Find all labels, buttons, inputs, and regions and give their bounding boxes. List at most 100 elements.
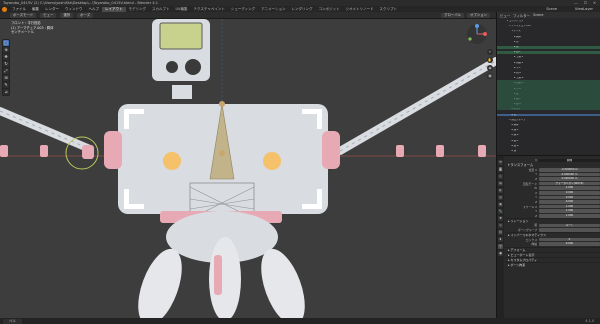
property-value-field[interactable] bbox=[539, 228, 600, 232]
viewport-canvas[interactable] bbox=[0, 19, 496, 318]
outliner-row[interactable]: ▸ 手.R bbox=[497, 88, 600, 91]
scene-tab-icon[interactable]: ◐ bbox=[498, 188, 503, 193]
navigation-gizmo[interactable] bbox=[466, 23, 488, 45]
menu-render[interactable]: レンダー bbox=[42, 7, 62, 12]
outliner-row[interactable]: ▸ 脚.R bbox=[497, 145, 600, 148]
workspace-tab-modeling[interactable]: モデリング bbox=[126, 7, 150, 12]
workspace-tab-shading[interactable]: シェーディング bbox=[228, 7, 258, 12]
outliner-row[interactable]: ▸ 肩.L bbox=[497, 51, 600, 54]
outliner-row[interactable]: ▸ 肩.R bbox=[497, 72, 600, 75]
outliner-row[interactable]: ▸ 手.L bbox=[497, 67, 600, 70]
workspace-tab-geometry[interactable]: ジオメトリノード bbox=[342, 7, 376, 12]
outliner-row[interactable]: ▸ 脚.L bbox=[497, 140, 600, 143]
tool-tab-icon[interactable]: ⚒ bbox=[498, 160, 503, 165]
workspace-tab-rendering[interactable]: レンダリング bbox=[288, 7, 315, 12]
property-value-field[interactable]: 1.000 bbox=[539, 204, 600, 209]
property-value-field[interactable]: 0 bbox=[539, 237, 600, 242]
cursor-icon[interactable]: ⊕ bbox=[3, 47, 9, 53]
pose-menu[interactable]: ポーズ bbox=[77, 12, 94, 18]
material-tab-icon[interactable]: ● bbox=[498, 251, 503, 256]
particle-tab-icon[interactable]: ✺ bbox=[498, 216, 503, 221]
maximize-button[interactable]: ☐ bbox=[584, 1, 587, 5]
view-layer-selector[interactable]: ViewLayer bbox=[572, 7, 596, 11]
output-tab-icon[interactable]: ⎙ bbox=[498, 174, 503, 179]
outliner-row[interactable]: ▸ 上腕.R bbox=[497, 77, 600, 80]
property-value-field[interactable]: -0.000000 m bbox=[539, 168, 600, 172]
constraint-tab-icon[interactable]: ⛓ bbox=[498, 230, 503, 235]
collapsed-section-title[interactable]: ▸ ボーン拘束 bbox=[505, 261, 600, 267]
perspective-icon[interactable]: ▦ bbox=[487, 73, 493, 79]
outliner-row[interactable]: ▸ 胴体 bbox=[497, 36, 600, 39]
transform-icon[interactable]: ⊞ bbox=[3, 75, 9, 81]
property-value-field[interactable]: 0.000000 m bbox=[539, 172, 600, 177]
outliner-row[interactable]: ▸ 脚.L bbox=[497, 98, 600, 101]
outliner-row[interactable]: ▾ 頂点グループ bbox=[497, 119, 600, 122]
zoom-icon[interactable]: + bbox=[487, 49, 493, 55]
property-value-field[interactable]: 0.000 bbox=[539, 191, 600, 195]
close-button[interactable]: ✕ bbox=[593, 1, 596, 5]
property-value-field[interactable]: ルート bbox=[539, 223, 600, 228]
outliner-row[interactable]: ▸ 頭 bbox=[497, 150, 600, 153]
blender-logo-icon[interactable] bbox=[2, 6, 7, 12]
menu-edit[interactable]: 編集 bbox=[29, 7, 42, 12]
workspace-tab-sculpt[interactable]: スカルプト bbox=[149, 7, 173, 12]
armature-data-tab-icon[interactable]: ♜ bbox=[498, 237, 503, 242]
object-tab-icon[interactable]: ▣ bbox=[498, 202, 503, 207]
outliner-row[interactable]: ▸ 首 bbox=[497, 41, 600, 44]
outliner-row[interactable]: ▾ アーマチュア.003 bbox=[497, 25, 600, 28]
minimize-button[interactable]: — bbox=[574, 1, 578, 5]
outliner-row[interactable]: ▸ 胴体 bbox=[497, 124, 600, 127]
3d-viewport[interactable]: フロント・平行投影 (1) アーマチュア.003 : 胴体 センチメートル ▢ … bbox=[0, 19, 496, 318]
bone-name-field[interactable]: 胴体 bbox=[539, 158, 600, 163]
property-value-field[interactable]: 0.000 bbox=[539, 200, 600, 204]
outliner-row[interactable]: ▾ ポーズ bbox=[497, 30, 600, 33]
outliner-row[interactable]: ▸ 脚.R bbox=[497, 103, 600, 106]
measure-icon[interactable]: ⊿ bbox=[3, 89, 9, 95]
modifier-tab-icon[interactable]: 🔧 bbox=[498, 209, 503, 214]
outliner-view-menu[interactable]: ビュー bbox=[500, 13, 510, 18]
outliner-row[interactable]: ▸ 前腕.L bbox=[497, 62, 600, 65]
outliner-row[interactable]: ▸ 腕.R bbox=[497, 134, 600, 137]
scene-selector[interactable]: Scene bbox=[543, 7, 560, 11]
menu-window[interactable]: ウィンドウ bbox=[62, 7, 86, 12]
move-icon[interactable]: ✥ bbox=[3, 54, 9, 60]
transform-orientation[interactable]: グローバル bbox=[441, 13, 465, 18]
workspace-tab-uv[interactable]: UV編集 bbox=[173, 7, 191, 12]
menu-help[interactable]: ヘルプ bbox=[86, 7, 103, 12]
menu-file[interactable]: ファイル bbox=[9, 7, 29, 12]
property-value-field[interactable]: 0.000 bbox=[539, 195, 600, 200]
property-value-field[interactable]: 0.000000 m bbox=[539, 177, 600, 181]
workspace-tab-scripting[interactable]: スクリプト bbox=[376, 7, 400, 12]
workspace-tab-texture-paint[interactable]: テクスチャペイント bbox=[190, 7, 227, 12]
world-tab-icon[interactable]: ◍ bbox=[498, 195, 503, 200]
scale-icon[interactable]: ⤢ bbox=[3, 68, 9, 74]
bone-tab-icon[interactable]: ⚲ bbox=[498, 244, 503, 249]
annotate-icon[interactable]: ✎ bbox=[3, 82, 9, 88]
property-value-field[interactable]: 1.000 bbox=[539, 186, 600, 191]
outliner-row[interactable]: ▸ 目 bbox=[497, 113, 600, 117]
outliner-filter-menu[interactable]: フィルター bbox=[513, 13, 530, 18]
outliner-row[interactable]: ▸ 頭 bbox=[497, 46, 600, 49]
property-value-field[interactable]: クォータニオン(WXYZ) bbox=[539, 181, 600, 186]
options-menu[interactable]: オプション bbox=[467, 13, 490, 18]
render-tab-icon[interactable]: ◙ bbox=[498, 167, 503, 172]
select-menu[interactable]: 選択 bbox=[60, 12, 74, 18]
property-value-field[interactable]: 1.000 bbox=[539, 209, 600, 214]
outliner-row[interactable]: ▸ 腰 bbox=[497, 93, 600, 96]
rotate-icon[interactable]: ↻ bbox=[3, 61, 9, 67]
outliner-row[interactable]: ▸ 腕.L bbox=[497, 129, 600, 132]
select-box-icon[interactable]: ▢ bbox=[3, 40, 9, 46]
property-value-field[interactable]: 1.000 bbox=[539, 214, 600, 218]
workspace-tab-compositing[interactable]: コンポジット bbox=[315, 7, 342, 12]
view-layer-tab-icon[interactable]: ▤ bbox=[498, 181, 503, 186]
outliner-row[interactable]: ▸ 上腕.L bbox=[497, 56, 600, 59]
outliner-row[interactable]: ▸ ボディ bbox=[497, 108, 600, 111]
workspace-tab-layout[interactable]: レイアウト bbox=[102, 6, 126, 12]
outliner-row[interactable]: ▾ コレクション bbox=[497, 20, 600, 23]
physics-tab-icon[interactable]: ◎ bbox=[498, 223, 503, 228]
property-value-field[interactable]: 0.000 bbox=[539, 242, 600, 246]
view-menu[interactable]: ビュー bbox=[40, 12, 57, 18]
workspace-tab-animation[interactable]: アニメーション bbox=[258, 7, 288, 12]
camera-icon[interactable]: ◉ bbox=[487, 65, 493, 71]
outliner-row[interactable]: ▸ 前腕.R bbox=[497, 82, 600, 85]
